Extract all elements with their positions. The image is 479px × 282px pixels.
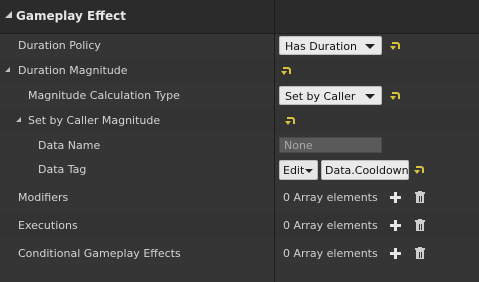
category-title: Gameplay Effect	[16, 9, 126, 23]
data-tag-edit-button[interactable]: Edit	[279, 160, 318, 180]
duration-policy-combo[interactable]: Has Duration	[279, 36, 382, 55]
data-name-field[interactable]: None	[279, 137, 382, 153]
reset-to-default-icon[interactable]	[416, 166, 425, 173]
edit-label: Edit	[283, 164, 305, 177]
reset-to-default-icon[interactable]	[287, 117, 296, 124]
row-set-by-caller-magnitude: Set by Caller Magnitude	[0, 108, 479, 133]
data-name-value: None	[284, 139, 313, 152]
chevron-down-icon	[305, 169, 313, 173]
plus-icon[interactable]	[390, 192, 401, 203]
duration-policy-label: Duration Policy	[18, 39, 101, 52]
column-splitter[interactable]	[274, 0, 275, 282]
executions-count: 0 Array elements	[283, 219, 378, 232]
magnitude-calc-type-label: Magnitude Calculation Type	[28, 89, 180, 102]
category-header-gameplay-effect[interactable]: Gameplay Effect	[0, 0, 479, 34]
trash-icon[interactable]	[415, 191, 425, 203]
row-duration-policy: Duration Policy Has Duration	[0, 33, 479, 58]
triangle-expanded-icon[interactable]	[16, 117, 21, 122]
chevron-down-icon	[365, 44, 375, 49]
executions-label: Executions	[18, 219, 78, 232]
reset-to-default-icon[interactable]	[392, 92, 401, 99]
duration-magnitude-label: Duration Magnitude	[18, 64, 128, 77]
magnitude-calc-type-value: Set by Caller	[285, 90, 356, 103]
plus-icon[interactable]	[390, 248, 401, 259]
row-executions: Executions 0 Array elements	[0, 213, 479, 238]
set-by-caller-magnitude-label: Set by Caller Magnitude	[28, 114, 161, 127]
row-duration-magnitude: Duration Magnitude	[0, 58, 479, 83]
magnitude-calc-type-combo[interactable]: Set by Caller	[279, 86, 382, 105]
plus-icon[interactable]	[390, 220, 401, 231]
row-data-name: Data Name None	[0, 133, 479, 158]
reset-to-default-icon[interactable]	[283, 67, 292, 74]
trash-icon[interactable]	[415, 247, 425, 259]
data-tag-label: Data Tag	[38, 163, 87, 176]
modifiers-count: 0 Array elements	[283, 191, 378, 204]
chevron-down-icon	[365, 94, 375, 99]
row-magnitude-calculation-type: Magnitude Calculation Type Set by Caller	[0, 83, 479, 108]
triangle-expanded-icon[interactable]	[5, 11, 12, 18]
trash-icon[interactable]	[415, 219, 425, 231]
duration-policy-value: Has Duration	[285, 40, 358, 53]
conditional-effects-count: 0 Array elements	[283, 247, 378, 260]
data-name-label: Data Name	[38, 139, 101, 152]
conditional-effects-label: Conditional Gameplay Effects	[18, 247, 181, 260]
row-modifiers: Modifiers 0 Array elements	[0, 185, 479, 210]
data-tag-value-box[interactable]: Data.Cooldown	[321, 160, 409, 180]
data-tag-value: Data.Cooldown	[325, 164, 409, 177]
reset-to-default-icon[interactable]	[392, 42, 401, 49]
modifiers-label: Modifiers	[18, 191, 69, 204]
row-data-tag: Data Tag Edit Data.Cooldown	[0, 157, 479, 182]
triangle-expanded-icon[interactable]	[5, 67, 10, 72]
details-panel: Gameplay Effect Duration Policy Has Dura…	[0, 0, 479, 282]
row-conditional-gameplay-effects: Conditional Gameplay Effects 0 Array ele…	[0, 241, 479, 266]
